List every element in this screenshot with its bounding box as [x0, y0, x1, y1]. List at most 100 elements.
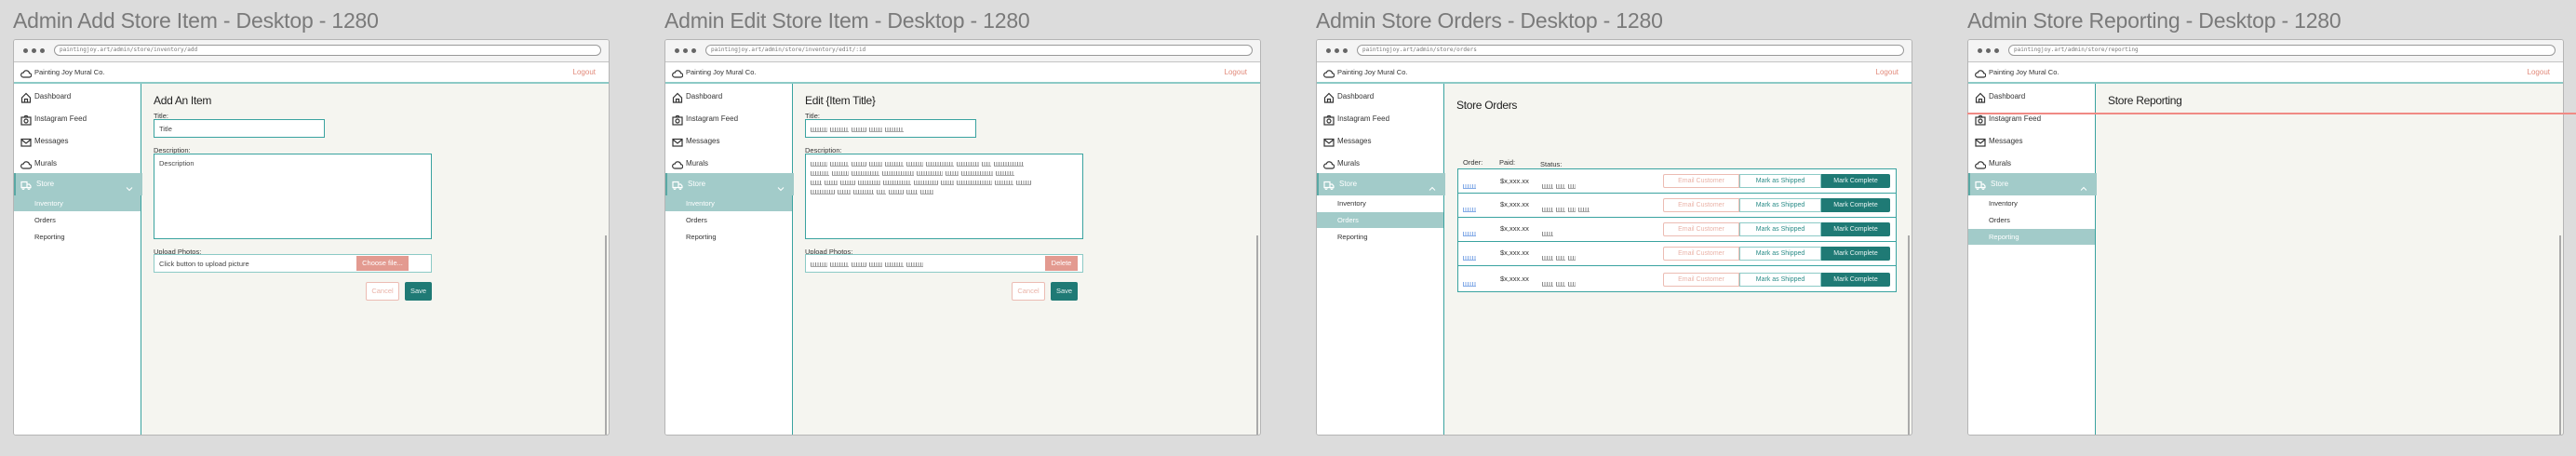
chevron-down-icon[interactable]	[126, 180, 133, 192]
sidebar-subitem-inventory[interactable]: Inventory	[665, 195, 792, 211]
sidebar-item-store[interactable]: Store	[1968, 173, 2097, 195]
chevron-up-icon[interactable]	[1429, 180, 1436, 191]
cancel-button[interactable]: Cancel	[366, 282, 399, 301]
mark-shipped-button[interactable]: Mark as Shipped	[1739, 221, 1821, 236]
placeholder-scribble	[811, 170, 829, 176]
sidebar-subitem-orders[interactable]: Orders	[14, 212, 141, 228]
sidebar-item-label: Instagram Feed	[686, 114, 739, 123]
logout-link[interactable]: Logout	[2528, 68, 2550, 76]
email-customer-button[interactable]: Email Customer	[1663, 174, 1739, 188]
email-customer-button[interactable]: Email Customer	[1663, 246, 1739, 261]
logout-link[interactable]: Logout	[1225, 68, 1247, 76]
sidebar-item-label: Dashboard	[1337, 92, 1375, 101]
sidebar-item-instagram-feed[interactable]: Instagram Feed	[1317, 109, 1443, 129]
mark-complete-button[interactable]: Mark Complete	[1821, 246, 1890, 261]
sidebar-item-store[interactable]: Store	[1317, 173, 1445, 195]
mark-complete-button[interactable]: Mark Complete	[1821, 272, 1890, 287]
sidebar-item-dashboard[interactable]: Dashboard	[14, 87, 141, 107]
scribble-line	[811, 168, 1078, 178]
sidebar-subitem-inventory[interactable]: Inventory	[1968, 195, 2095, 211]
mark-shipped-button[interactable]: Mark as Shipped	[1739, 246, 1821, 261]
placeholder-scribble	[917, 170, 943, 176]
mark-complete-button[interactable]: Mark Complete	[1821, 197, 1890, 212]
sidebar-subitem-orders[interactable]: Orders	[1317, 212, 1443, 228]
sidebar-item-label: Messages	[1989, 137, 2023, 145]
placeholder-scribble	[885, 262, 904, 267]
sidebar-item-store[interactable]: Store	[665, 173, 794, 195]
camera-icon	[20, 114, 32, 126]
mark-shipped-button[interactable]: Mark as Shipped	[1739, 197, 1821, 212]
delete-photo-button[interactable]: Delete	[1045, 256, 1078, 271]
sidebar-subitem-inventory[interactable]: Inventory	[14, 195, 141, 211]
scrollbar[interactable]	[2559, 235, 2561, 435]
email-customer-button[interactable]: Email Customer	[1663, 272, 1739, 287]
browser-frame-edit: paintingjoy.art/admin/store/inventory/ed…	[664, 39, 1261, 436]
sidebar-item-dashboard[interactable]: Dashboard	[665, 87, 792, 107]
chevron-up-icon[interactable]	[2080, 180, 2087, 191]
sidebar-item-dashboard[interactable]: Dashboard	[1968, 87, 2095, 107]
save-button[interactable]: Save	[405, 282, 432, 301]
mark-shipped-button[interactable]: Mark as Shipped	[1739, 174, 1821, 188]
url-bar[interactable]: paintingjoy.art/admin/store/inventory/ed…	[705, 45, 1253, 56]
sidebar-item-murals[interactable]: Murals	[14, 154, 141, 174]
sidebar-item-murals[interactable]: Murals	[1968, 154, 2095, 174]
brand-name: Painting Joy Mural Co.	[1989, 68, 2059, 76]
sidebar-item-instagram-feed[interactable]: Instagram Feed	[14, 109, 141, 129]
placeholder-scribble	[1463, 208, 1476, 213]
sidebar-item-dashboard[interactable]: Dashboard	[1317, 87, 1443, 107]
column-header: Order:	[1463, 158, 1483, 167]
sidebar-item-instagram-feed[interactable]: Instagram Feed	[665, 109, 792, 129]
url-bar[interactable]: paintingjoy.art/admin/store/inventory/ad…	[54, 45, 601, 56]
order-id-link[interactable]	[1463, 276, 1479, 293]
scribble-line	[811, 159, 1078, 168]
chevron-down-icon[interactable]	[777, 180, 785, 192]
sidebar-subitem-reporting[interactable]: Reporting	[1968, 229, 2095, 245]
logout-link[interactable]: Logout	[573, 68, 596, 76]
choose-file-button[interactable]: Choose file...	[356, 256, 409, 271]
sidebar-subitem-orders[interactable]: Orders	[1968, 212, 2095, 228]
mark-complete-button[interactable]: Mark Complete	[1821, 174, 1890, 188]
sidebar-subitem-orders[interactable]: Orders	[665, 212, 792, 228]
placeholder-scribble	[811, 161, 827, 167]
upload-photos-field[interactable]: Delete	[805, 254, 1083, 273]
description-textarea[interactable]: Description	[154, 154, 432, 239]
placeholder-scribble	[830, 262, 849, 267]
title-input[interactable]: Title	[154, 119, 325, 138]
sidebar-subitem-reporting[interactable]: Reporting	[14, 229, 141, 245]
description-textarea[interactable]	[805, 154, 1083, 239]
logout-link[interactable]: Logout	[1876, 68, 1898, 76]
email-customer-button[interactable]: Email Customer	[1663, 197, 1739, 212]
placeholder-scribble	[906, 161, 923, 167]
sidebar-item-label: Instagram Feed	[34, 114, 87, 123]
placeholder-scribble	[830, 161, 849, 167]
upload-photos-field[interactable]: Click button to upload picture Choose fil…	[154, 254, 432, 273]
window-dot-icon	[1986, 48, 1991, 53]
email-customer-button[interactable]: Email Customer	[1663, 221, 1739, 236]
scrollbar[interactable]	[1908, 235, 1910, 435]
sidebar-item-messages[interactable]: Messages	[665, 131, 792, 152]
sidebar-item-messages[interactable]: Messages	[1968, 131, 2095, 152]
title-input[interactable]	[805, 119, 976, 138]
sidebar-item-label: Messages	[1337, 137, 1372, 145]
sidebar-subitem-label: Inventory	[686, 199, 715, 208]
url-bar[interactable]: paintingjoy.art/admin/store/orders	[1357, 45, 1904, 56]
sidebar-item-messages[interactable]: Messages	[1317, 131, 1443, 152]
sidebar-subitem-reporting[interactable]: Reporting	[1317, 229, 1443, 245]
sidebar-item-store[interactable]: Store	[14, 173, 142, 195]
save-button[interactable]: Save	[1051, 282, 1078, 301]
scrollbar[interactable]	[1256, 235, 1258, 435]
sidebar-item-messages[interactable]: Messages	[14, 131, 141, 152]
cancel-button[interactable]: Cancel	[1012, 282, 1045, 301]
sidebar-subitem-reporting[interactable]: Reporting	[665, 229, 792, 245]
camera-icon	[1975, 114, 1986, 126]
sidebar-subitem-inventory[interactable]: Inventory	[1317, 195, 1443, 211]
sidebar-item-murals[interactable]: Murals	[1317, 154, 1443, 174]
mark-shipped-button[interactable]: Mark as Shipped	[1739, 272, 1821, 287]
main-content: Store Reporting	[2096, 84, 2563, 435]
sidebar-item-murals[interactable]: Murals	[665, 154, 792, 174]
scrollbar[interactable]	[605, 235, 607, 435]
table-row: $x,xxx.xx Email Customer Mark as Shipped Ma…	[1458, 193, 1896, 218]
sidebar-item-label: Messages	[34, 137, 69, 145]
url-bar[interactable]: paintingjoy.art/admin/store/reporting	[2008, 45, 2556, 56]
mark-complete-button[interactable]: Mark Complete	[1821, 221, 1890, 236]
